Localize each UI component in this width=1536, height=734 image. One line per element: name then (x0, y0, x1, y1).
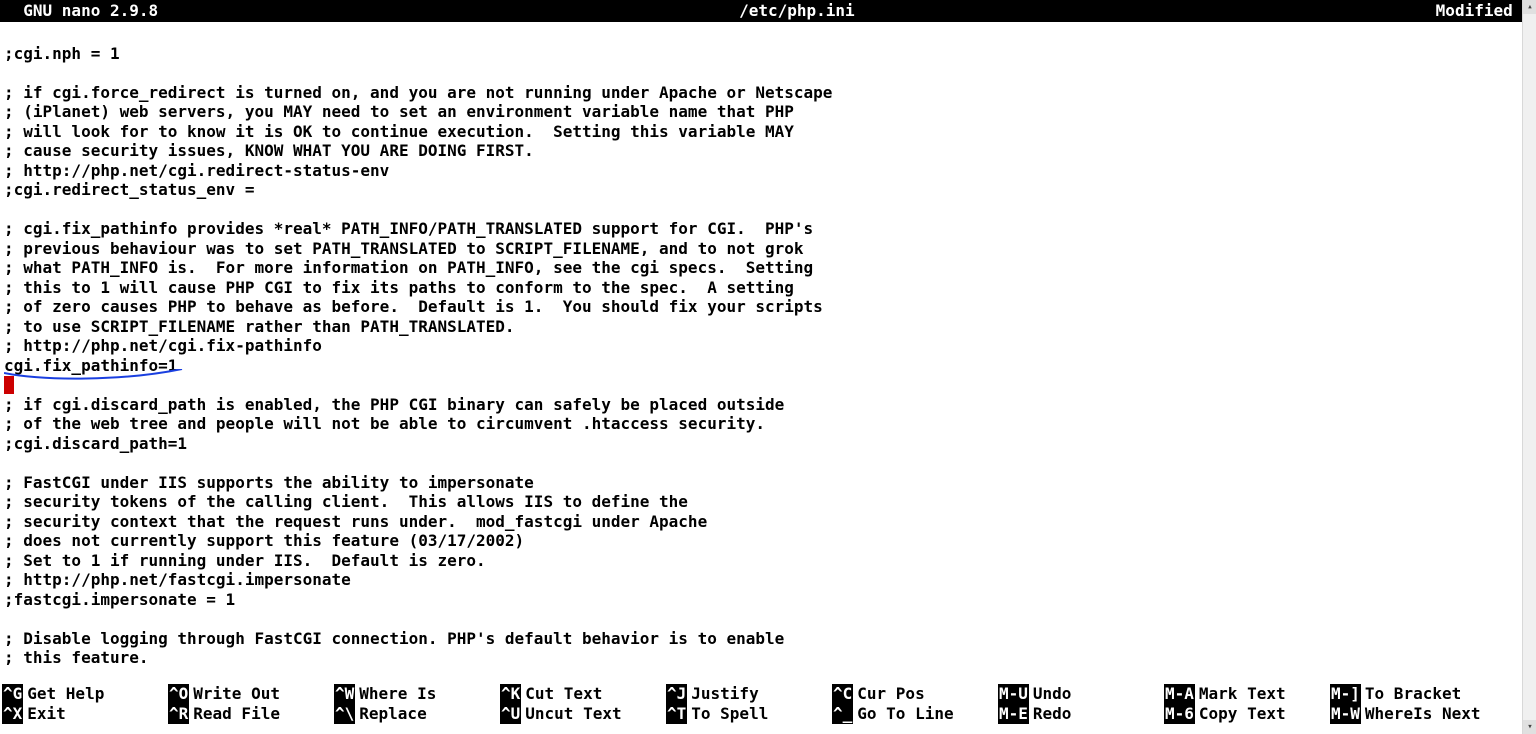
editor-line[interactable]: ; what PATH_INFO is. For more informatio… (4, 258, 1532, 278)
editor-line[interactable]: ;cgi.redirect_status_env = (4, 180, 1532, 200)
scroll-down-icon[interactable]: ▾ (1523, 720, 1536, 734)
keycap: M-A (1164, 684, 1195, 704)
shortcut-label: Read File (189, 704, 280, 724)
keycap: ^J (666, 684, 687, 704)
keycap: M-U (998, 684, 1029, 704)
shortcut-undo[interactable]: M-UUndo (998, 684, 1164, 704)
shortcut-label: Get Help (23, 684, 104, 704)
shortcut-uncut-text[interactable]: ^UUncut Text (500, 704, 666, 724)
shortcut-replace[interactable]: ^\Replace (334, 704, 500, 724)
editor-line[interactable]: ; FastCGI under IIS supports the ability… (4, 473, 1532, 493)
shortcut-copy-text[interactable]: M-6Copy Text (1164, 704, 1330, 724)
file-path: /etc/php.ini (158, 0, 1436, 22)
keycap: M-W (1330, 704, 1361, 724)
keycap: ^U (500, 704, 521, 724)
shortcut-label: To Bracket (1361, 684, 1461, 704)
shortcut-label: Exit (23, 704, 66, 724)
scrollbar[interactable]: ▴ ▾ (1522, 0, 1536, 734)
editor-line[interactable]: ;fastcgi.impersonate = 1 (4, 590, 1532, 610)
scroll-up-icon[interactable]: ▴ (1523, 0, 1536, 14)
keycap: M-6 (1164, 704, 1195, 724)
text-cursor (4, 376, 14, 394)
shortcut-label: Mark Text (1195, 684, 1286, 704)
shortcut-label: Justify (687, 684, 758, 704)
editor-line[interactable]: ; http://php.net/cgi.fix-pathinfo (4, 336, 1532, 356)
titlebar: GNU nano 2.9.8 /etc/php.ini Modified (0, 0, 1536, 22)
shortcut-label: To Spell (687, 704, 768, 724)
shortcut-label: Undo (1029, 684, 1072, 704)
editor-line[interactable]: ; http://php.net/cgi.redirect-status-env (4, 161, 1532, 181)
shortcut-label: Write Out (189, 684, 280, 704)
shortcut-label: Where Is (355, 684, 436, 704)
editor-line[interactable]: cgi.fix_pathinfo=1 (4, 356, 1532, 376)
shortcut-label: Go To Line (853, 704, 953, 724)
editor-line[interactable]: ; to use SCRIPT_FILENAME rather than PAT… (4, 317, 1532, 337)
shortcut-label: Cur Pos (853, 684, 924, 704)
editor-line[interactable]: ; previous behaviour was to set PATH_TRA… (4, 239, 1532, 259)
shortcut-label: Uncut Text (521, 704, 621, 724)
shortcut-label: Replace (355, 704, 426, 724)
editor-line[interactable] (4, 24, 1532, 44)
shortcut-cur-pos[interactable]: ^CCur Pos (832, 684, 998, 704)
keycap: M-] (1330, 684, 1361, 704)
editor-line[interactable]: ; of the web tree and people will not be… (4, 414, 1532, 434)
editor-line[interactable]: ; this feature. (4, 648, 1532, 668)
editor-line[interactable]: ; this to 1 will cause PHP CGI to fix it… (4, 278, 1532, 298)
shortcut-mark-text[interactable]: M-AMark Text (1164, 684, 1330, 704)
editor-line[interactable]: ; will look for to know it is OK to cont… (4, 122, 1532, 142)
shortcut-redo[interactable]: M-ERedo (998, 704, 1164, 724)
modified-status: Modified (1436, 0, 1532, 22)
editor-line[interactable] (4, 453, 1532, 473)
shortcut-get-help[interactable]: ^GGet Help (2, 684, 168, 704)
shortcut-label: WhereIs Next (1361, 704, 1481, 724)
editor-area[interactable]: ;cgi.nph = 1 ; if cgi.force_redirect is … (0, 22, 1536, 668)
keycap: M-E (998, 704, 1029, 724)
shortcut-whereis-next[interactable]: M-WWhereIs Next (1330, 704, 1496, 724)
shortcut-to-bracket[interactable]: M-]To Bracket (1330, 684, 1496, 704)
shortcut-exit[interactable]: ^XExit (2, 704, 168, 724)
keycap: ^O (168, 684, 189, 704)
editor-line[interactable]: ; does not currently support this featur… (4, 531, 1532, 551)
keycap: ^G (2, 684, 23, 704)
shortcut-where-is[interactable]: ^WWhere Is (334, 684, 500, 704)
editor-line[interactable]: ; (iPlanet) web servers, you MAY need to… (4, 102, 1532, 122)
keycap: ^R (168, 704, 189, 724)
shortcut-label: Cut Text (521, 684, 602, 704)
editor-line[interactable]: ; Disable logging through FastCGI connec… (4, 629, 1532, 649)
editor-line[interactable]: ; security tokens of the calling client.… (4, 492, 1532, 512)
shortcut-bar: ^GGet Help^OWrite Out^WWhere Is^KCut Tex… (0, 684, 1524, 724)
editor-line[interactable] (4, 63, 1532, 83)
editor-line[interactable]: ; if cgi.discard_path is enabled, the PH… (4, 395, 1532, 415)
shortcut-justify[interactable]: ^JJustify (666, 684, 832, 704)
editor-line[interactable] (4, 609, 1532, 629)
shortcut-cut-text[interactable]: ^KCut Text (500, 684, 666, 704)
keycap: ^T (666, 704, 687, 724)
shortcut-read-file[interactable]: ^RRead File (168, 704, 334, 724)
shortcut-to-spell[interactable]: ^TTo Spell (666, 704, 832, 724)
editor-line[interactable]: ; if cgi.force_redirect is turned on, an… (4, 83, 1532, 103)
shortcut-write-out[interactable]: ^OWrite Out (168, 684, 334, 704)
editor-line[interactable]: ; cause security issues, KNOW WHAT YOU A… (4, 141, 1532, 161)
editor-line[interactable]: ; security context that the request runs… (4, 512, 1532, 532)
keycap: ^K (500, 684, 521, 704)
editor-line[interactable]: ; http://php.net/fastcgi.impersonate (4, 570, 1532, 590)
editor-line[interactable]: ; Set to 1 if running under IIS. Default… (4, 551, 1532, 571)
shortcut-label: Redo (1029, 704, 1072, 724)
editor-line[interactable]: ; of zero causes PHP to behave as before… (4, 297, 1532, 317)
keycap: ^X (2, 704, 23, 724)
editor-line[interactable]: ;cgi.nph = 1 (4, 44, 1532, 64)
keycap: ^\ (334, 704, 355, 724)
shortcut-go-to-line[interactable]: ^_Go To Line (832, 704, 998, 724)
editor-line[interactable] (4, 375, 1532, 395)
keycap: ^_ (832, 704, 853, 724)
editor-line[interactable]: ;cgi.discard_path=1 (4, 434, 1532, 454)
app-name: GNU nano 2.9.8 (4, 0, 158, 22)
keycap: ^C (832, 684, 853, 704)
editor-line[interactable] (4, 200, 1532, 220)
keycap: ^W (334, 684, 355, 704)
shortcut-label: Copy Text (1195, 704, 1286, 724)
editor-line[interactable]: ; cgi.fix_pathinfo provides *real* PATH_… (4, 219, 1532, 239)
